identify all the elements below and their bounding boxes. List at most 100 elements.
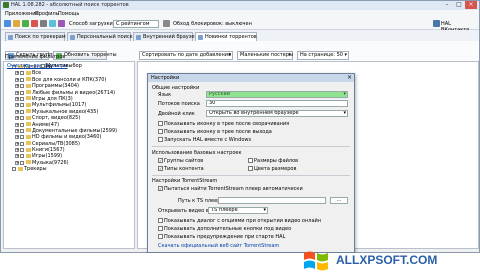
checkbox[interactable] bbox=[20, 90, 24, 95]
open-video-select[interactable]: TS плеере bbox=[208, 207, 268, 214]
checkbox[interactable]: ✓ bbox=[158, 166, 163, 171]
site-groups-checkbox[interactable]: ✓ Группы сайтов bbox=[158, 158, 203, 164]
close-icon[interactable]: × bbox=[465, 1, 477, 9]
checkbox-label: Показывать иконку в трее после сворачива… bbox=[164, 121, 290, 127]
checkbox[interactable] bbox=[20, 128, 24, 133]
expand-icon[interactable]: + bbox=[15, 71, 19, 76]
expand-icon[interactable]: + bbox=[15, 84, 19, 89]
tray-exit-checkbox[interactable]: Показывать иконку в трее после выхода bbox=[158, 129, 272, 135]
checkbox[interactable]: ✓ bbox=[158, 158, 163, 163]
tab-new-torrents[interactable]: Новинки торрентов bbox=[195, 32, 257, 41]
expand-icon[interactable]: + bbox=[15, 103, 19, 108]
tab-browser[interactable]: Внутренний браузер bbox=[133, 32, 198, 41]
tab-bar: Поиск по трекерам Персональный поиск Вну… bbox=[1, 30, 479, 41]
back-icon[interactable] bbox=[4, 20, 11, 27]
refresh-icon[interactable] bbox=[49, 20, 56, 27]
threads-input[interactable]: 30 bbox=[206, 100, 348, 107]
checkbox-label: Пытаться найти TorrentStream плеер автом… bbox=[164, 186, 303, 192]
download-method-select[interactable]: С рейтингом bbox=[113, 20, 159, 28]
close-icon[interactable]: × bbox=[347, 74, 352, 82]
startup-warning-checkbox[interactable]: Показывать предупреждение при старте HAL bbox=[158, 234, 285, 240]
checkbox[interactable] bbox=[20, 109, 24, 114]
minimize-icon[interactable]: – bbox=[441, 1, 453, 9]
checkbox[interactable] bbox=[158, 137, 163, 142]
tray-minimize-checkbox[interactable]: Показывать иконку в трее после сворачива… bbox=[158, 121, 289, 127]
folder-icon bbox=[26, 147, 31, 152]
online-dialog-checkbox[interactable]: Показывать диалог с опциями при открытии… bbox=[158, 218, 321, 224]
play-icon[interactable] bbox=[22, 20, 29, 27]
checkbox-label: Показывать предупреждение при старте HAL bbox=[164, 234, 286, 240]
checkbox[interactable] bbox=[12, 167, 16, 172]
checkbox[interactable] bbox=[20, 77, 24, 82]
expand-icon[interactable]: + bbox=[15, 128, 19, 133]
watermark-text: ALLXPSOFT.COM bbox=[336, 253, 438, 267]
sort-select[interactable]: Сортировать по дате добавления bbox=[139, 51, 233, 60]
file-sizes-checkbox[interactable]: Размеры файлов bbox=[248, 158, 298, 164]
expand-icon[interactable]: + bbox=[15, 116, 19, 121]
content-types-checkbox[interactable]: ✓ Типы контента bbox=[158, 166, 204, 172]
menu-item-app[interactable]: Приложение bbox=[5, 11, 39, 17]
maximize-icon[interactable]: □ bbox=[453, 1, 465, 9]
settings-icon[interactable] bbox=[40, 20, 47, 27]
tree-label: Книги(1567) bbox=[32, 147, 65, 154]
watermark-area: ALLXPSOFT.COM bbox=[0, 251, 480, 279]
checkbox[interactable] bbox=[248, 166, 253, 171]
checkbox[interactable]: ✓ bbox=[158, 186, 163, 191]
expand-icon[interactable]: + bbox=[15, 96, 19, 101]
checkbox[interactable] bbox=[158, 121, 163, 126]
checkbox[interactable] bbox=[20, 154, 24, 159]
expand-icon[interactable]: + bbox=[15, 154, 19, 159]
checkbox[interactable] bbox=[20, 84, 24, 89]
checkbox[interactable] bbox=[158, 129, 163, 134]
checkbox[interactable] bbox=[158, 234, 163, 239]
menu-item-profile[interactable]: Профиль bbox=[35, 11, 59, 17]
multiselect-toggle[interactable]: Мультивыбор bbox=[41, 63, 82, 69]
bypass-status[interactable]: Обход блокировок: выключен bbox=[173, 21, 252, 27]
expand-icon[interactable]: + bbox=[15, 122, 19, 127]
expand-icon[interactable]: + bbox=[15, 90, 19, 95]
expand-icon[interactable]: + bbox=[15, 141, 19, 146]
tab-tracker-search[interactable]: Поиск по трекерам bbox=[5, 32, 66, 41]
per-page-select[interactable]: На странице: 50 bbox=[297, 51, 349, 60]
language-select[interactable]: Русский bbox=[206, 91, 348, 98]
menu-item-help[interactable]: Помощь bbox=[58, 11, 79, 17]
expand-icon[interactable]: + bbox=[15, 135, 19, 140]
tree-root-trackers[interactable]: Трекеры bbox=[7, 166, 135, 172]
tab-personal-search[interactable]: Персональный поиск bbox=[67, 32, 133, 41]
checkbox[interactable] bbox=[158, 226, 163, 231]
folder-icon[interactable] bbox=[13, 20, 20, 27]
ts-path-input[interactable] bbox=[218, 197, 326, 204]
extra-buttons-checkbox[interactable]: Показывать дополнительные кнопки под вид… bbox=[158, 226, 291, 232]
posters-select[interactable]: Маленькие постеры bbox=[237, 51, 293, 60]
checkbox[interactable] bbox=[20, 122, 24, 127]
checkbox[interactable] bbox=[20, 71, 24, 76]
dblclick-select[interactable]: Открыть во внутреннем браузере bbox=[206, 110, 348, 117]
size-colors-checkbox[interactable]: Цвета размеров bbox=[248, 166, 296, 172]
tree-label: Любые фильмы и видео(26714) bbox=[32, 89, 116, 96]
tree-label: Все bbox=[32, 70, 42, 77]
checkbox[interactable] bbox=[20, 103, 24, 108]
checkbox[interactable] bbox=[20, 160, 24, 165]
checkbox[interactable] bbox=[158, 218, 163, 223]
expand-icon[interactable]: + bbox=[15, 160, 19, 165]
checkbox-label: Показывать диалог с опциями при открытии… bbox=[164, 218, 322, 224]
stop-icon[interactable] bbox=[31, 20, 38, 27]
checkbox[interactable] bbox=[248, 158, 253, 163]
browse-button[interactable]: … bbox=[330, 197, 348, 204]
ts-auto-checkbox[interactable]: ✓ Пытаться найти TorrentStream плеер авто… bbox=[158, 186, 303, 192]
expand-icon[interactable]: + bbox=[15, 148, 19, 153]
autostart-checkbox[interactable]: Запускать HAL вместе с Windows bbox=[158, 137, 251, 143]
checkbox[interactable] bbox=[20, 96, 24, 101]
torrentstream-site-link[interactable]: Скачать официальный веб сайт TorrentStre… bbox=[158, 243, 279, 249]
checkbox[interactable] bbox=[20, 116, 24, 121]
expand-icon[interactable]: + bbox=[15, 77, 19, 82]
expand-icon[interactable]: + bbox=[15, 109, 19, 114]
checkbox[interactable] bbox=[20, 135, 24, 140]
star-icon[interactable] bbox=[58, 20, 65, 27]
tree-label: Все для консоли и КПК(370) bbox=[32, 76, 107, 83]
checkbox[interactable] bbox=[20, 141, 24, 146]
language-label: Язык bbox=[158, 92, 172, 98]
checkbox[interactable] bbox=[41, 63, 45, 68]
checkbox-label: Группы сайтов bbox=[164, 158, 204, 164]
checkbox[interactable] bbox=[20, 148, 24, 153]
